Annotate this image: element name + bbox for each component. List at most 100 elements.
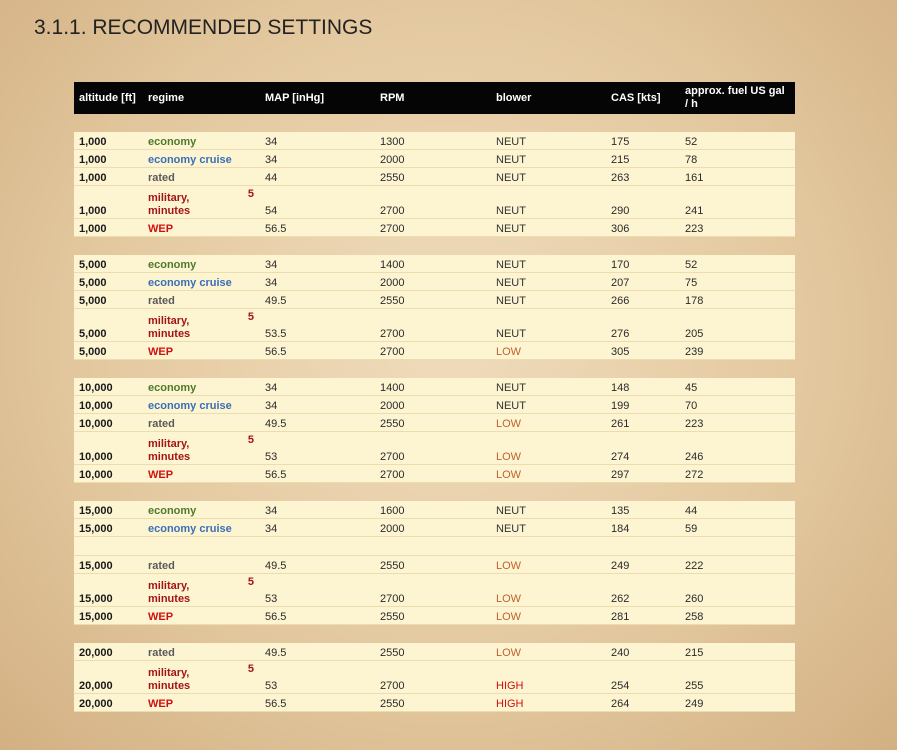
regime-military-minutes-count: 5 [247, 576, 254, 588]
cas-cell: 170 [606, 255, 680, 273]
blank-row [74, 537, 795, 556]
map-cell: 49.5 [260, 291, 375, 309]
empty-cell [491, 537, 606, 556]
spacer-cell [74, 483, 795, 501]
map-cell: 44 [260, 168, 375, 186]
regime-military-minutes-label: minutes [148, 680, 191, 692]
blower-cell: NEUT [491, 519, 606, 537]
header-cas: CAS [kts] [606, 82, 680, 114]
table-row: 5,000 economy 34 1400 NEUT 170 52 [74, 255, 795, 273]
fuel-cell: 78 [680, 150, 795, 168]
fuel-cell: 239 [680, 342, 795, 360]
regime-cell: economy cruise [143, 396, 260, 414]
fuel-cell: 178 [680, 291, 795, 309]
map-cell: 34 [260, 273, 375, 291]
fuel-cell: 215 [680, 643, 795, 661]
regime-cell: WEP [143, 342, 260, 360]
regime-military-minutes-count: 5 [247, 434, 254, 446]
fuel-cell: 75 [680, 273, 795, 291]
blower-cell: NEUT [491, 186, 606, 219]
cas-cell: 175 [606, 132, 680, 150]
cas-cell: 290 [606, 186, 680, 219]
table-row: 10,000 economy 34 1400 NEUT 148 45 [74, 378, 795, 396]
empty-cell [143, 537, 260, 556]
table-row: 1,000 military, 5 minutes 54 2700 NEUT 290 241 [74, 186, 795, 219]
table-row: 10,000 economy cruise 34 2000 NEUT 199 70 [74, 396, 795, 414]
table-row: 5,000 WEP 56.5 2700 LOW 305 239 [74, 342, 795, 360]
header-regime: regime [143, 82, 260, 114]
altitude-cell: 20,000 [74, 694, 143, 712]
blower-cell: LOW [491, 607, 606, 625]
rpm-cell: 2550 [375, 414, 491, 432]
cas-cell: 261 [606, 414, 680, 432]
rpm-cell: 1400 [375, 378, 491, 396]
regime-cell: economy [143, 378, 260, 396]
altitude-cell: 10,000 [74, 432, 143, 465]
regime-cell: rated [143, 556, 260, 574]
map-cell: 56.5 [260, 694, 375, 712]
cas-cell: 264 [606, 694, 680, 712]
cas-cell: 135 [606, 501, 680, 519]
altitude-cell: 15,000 [74, 607, 143, 625]
cas-cell: 199 [606, 396, 680, 414]
fuel-cell: 44 [680, 501, 795, 519]
fuel-cell: 246 [680, 432, 795, 465]
empty-cell [260, 537, 375, 556]
map-cell: 54 [260, 186, 375, 219]
map-cell: 34 [260, 519, 375, 537]
fuel-cell: 272 [680, 465, 795, 483]
altitude-cell: 20,000 [74, 661, 143, 694]
group-spacer [74, 625, 795, 643]
altitude-cell: 10,000 [74, 465, 143, 483]
table-row: 20,000 WEP 56.5 2550 HIGH 264 249 [74, 694, 795, 712]
regime-cell: rated [143, 168, 260, 186]
altitude-cell: 15,000 [74, 556, 143, 574]
recommended-settings-table: altitude [ft] regime MAP [inHg] RPM blow… [74, 82, 795, 712]
regime-military-minutes-label: minutes [148, 593, 191, 605]
regime-cell: economy [143, 255, 260, 273]
altitude-cell: 10,000 [74, 378, 143, 396]
regime-military-label: military, [148, 667, 190, 679]
regime-cell: economy cruise [143, 519, 260, 537]
map-cell: 49.5 [260, 643, 375, 661]
fuel-cell: 59 [680, 519, 795, 537]
blower-cell: LOW [491, 556, 606, 574]
regime-cell: WEP [143, 465, 260, 483]
fuel-cell: 52 [680, 255, 795, 273]
cas-cell: 305 [606, 342, 680, 360]
altitude-cell: 10,000 [74, 396, 143, 414]
regime-military-minutes-label: minutes [148, 328, 191, 340]
regime-military-label: military, [148, 580, 190, 592]
rpm-cell: 2000 [375, 396, 491, 414]
altitude-cell: 5,000 [74, 273, 143, 291]
blower-cell: LOW [491, 574, 606, 607]
regime-military-label: military, [148, 315, 190, 327]
map-cell: 56.5 [260, 342, 375, 360]
regime-cell: economy cruise [143, 273, 260, 291]
map-cell: 49.5 [260, 414, 375, 432]
altitude-cell: 5,000 [74, 309, 143, 342]
cas-cell: 281 [606, 607, 680, 625]
cas-cell: 254 [606, 661, 680, 694]
regime-cell: WEP [143, 219, 260, 237]
cas-cell: 215 [606, 150, 680, 168]
blower-cell: LOW [491, 342, 606, 360]
rpm-cell: 1300 [375, 132, 491, 150]
rpm-cell: 2700 [375, 465, 491, 483]
rpm-cell: 2000 [375, 273, 491, 291]
regime-military-minutes-label: minutes [148, 205, 191, 217]
rpm-cell: 2550 [375, 694, 491, 712]
altitude-cell: 15,000 [74, 574, 143, 607]
rpm-cell: 1600 [375, 501, 491, 519]
regime-military-minutes-label: minutes [148, 451, 191, 463]
group-spacer [74, 483, 795, 501]
table-row: 15,000 WEP 56.5 2550 LOW 281 258 [74, 607, 795, 625]
table-row: 5,000 economy cruise 34 2000 NEUT 207 75 [74, 273, 795, 291]
table-row: 1,000 economy 34 1300 NEUT 175 52 [74, 132, 795, 150]
table-row: 15,000 military, 5 minutes 53 2700 LOW 262 260 [74, 574, 795, 607]
fuel-cell: 255 [680, 661, 795, 694]
table-row: 1,000 rated 44 2550 NEUT 263 161 [74, 168, 795, 186]
cas-cell: 184 [606, 519, 680, 537]
group-spacer [74, 360, 795, 378]
blower-cell: NEUT [491, 219, 606, 237]
